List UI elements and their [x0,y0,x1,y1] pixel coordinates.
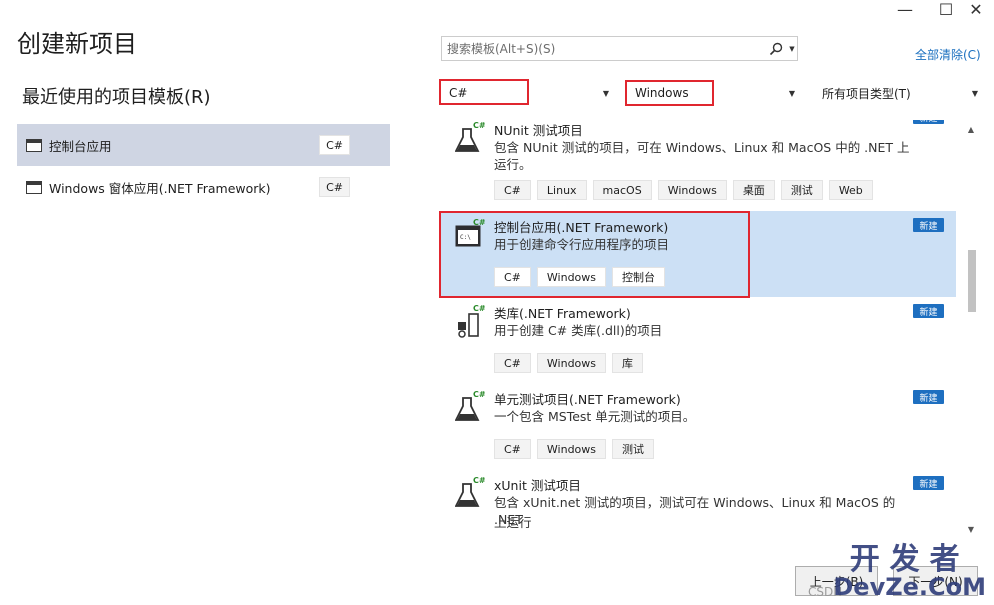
recent-item-windows-forms[interactable]: Windows 窗体应用(.NET Framework) C# [17,166,390,208]
watermark-en: DevZe.CoM [833,573,986,601]
flask-icon: C# [455,390,485,421]
new-badge: 新建 [913,304,944,318]
flask-icon: C# [455,121,485,152]
tag: 测试 [612,439,655,459]
template-class-library-framework[interactable]: C# 类库(.NET Framework) 用于创建 C# 类库(.dll)的项… [441,297,956,383]
svg-text:C#: C# [473,476,485,485]
search-icon[interactable] [765,42,787,56]
new-badge: 新建 [913,390,944,404]
template-description: 包含 NUnit 测试的项目，可在 Windows、Linux 和 MacOS … [494,140,910,172]
template-description: 一个包含 MSTest 单元测试的项目。 [494,409,696,424]
template-tags: C# Linux macOS Windows 桌面 测试 Web [494,180,873,200]
language-tag: C# [319,177,350,197]
tag: Linux [536,180,587,200]
recent-item-console-app[interactable]: 控制台应用 C# [17,124,390,166]
template-name: xUnit 测试项目 [494,478,581,493]
tag: Web [828,180,873,200]
window-icon [26,180,42,194]
page-title: 创建新项目 [17,30,137,58]
search-icon-graphic [769,42,783,55]
scroll-up-icon[interactable]: ▲ [962,122,980,136]
tag: C# [494,180,531,200]
template-nunit[interactable]: C# NUnit 测试项目 包含 NUnit 测试的项目，可在 Windows、… [441,120,956,200]
template-name: 类库(.NET Framework) [494,306,631,321]
template-tags: C# Windows 测试 [494,439,655,459]
recent-templates-list: 控制台应用 C# Windows 窗体应用(.NET Framework) C# [17,124,390,208]
class-library-icon: C# [458,304,485,338]
highlight-platform-filter [625,80,714,106]
svg-text:C#: C# [473,304,485,313]
recent-item-label: 控制台应用 [49,138,112,154]
svg-text:C#: C# [473,390,485,399]
recent-templates-title: 最近使用的项目模板(R) [22,87,211,108]
tag: macOS [592,180,652,200]
project-type-filter-value: 所有项目类型(T) [822,86,911,101]
tag: Windows [657,180,727,200]
tag: 测试 [780,180,823,200]
new-badge: 新建 [913,476,944,490]
site-watermark: 开发者 DevZe.CoM [833,542,986,601]
chevron-down-icon: ▼ [602,88,609,98]
template-name: 单元测试项目(.NET Framework) [494,392,681,407]
recent-item-label: Windows 窗体应用(.NET Framework) [49,180,271,196]
template-list: C# NUnit 测试项目 包含 NUnit 测试的项目，可在 Windows、… [441,120,956,538]
search-input[interactable]: 搜索模板(Alt+S)(S) [442,40,765,57]
tag: 桌面 [732,180,775,200]
template-name: NUnit 测试项目 [494,123,583,138]
tag: Windows [536,353,607,373]
tag: C# [494,439,531,459]
close-button[interactable]: ✕ [958,0,994,19]
scroll-down-icon[interactable]: ▼ [962,522,980,536]
svg-text:C#: C# [473,121,485,130]
template-description: 用于创建 C# 类库(.dll)的项目 [494,323,663,338]
new-badge: 新建 [913,218,944,232]
minimize-button[interactable]: — [887,0,923,19]
highlight-console-template [439,211,750,298]
project-type-filter[interactable]: 所有项目类型(T) ▼ [814,80,980,106]
scrollbar-thumb[interactable] [968,250,976,312]
template-xunit[interactable]: C# xUnit 测试项目 包含 xUnit.net 测试的项目，测试可在 Wi… [441,469,956,538]
clear-all-link[interactable]: 全部清除(C) [915,46,981,63]
language-tag: C# [319,135,350,155]
highlight-language-filter [439,79,529,105]
tag: C# [494,353,531,373]
template-tags: C# Windows 库 [494,353,644,373]
template-description-tail: 上运行 [494,515,532,530]
tag: Windows [536,439,607,459]
console-icon [26,138,42,152]
chevron-down-icon: ▼ [788,88,795,98]
tag: 库 [612,353,644,373]
watermark-cn: 开发者 [849,542,970,577]
chevron-down-icon: ▼ [971,88,978,98]
template-unit-test-framework[interactable]: C# 单元测试项目(.NET Framework) 一个包含 MSTest 单元… [441,383,956,469]
template-list-scrollbar[interactable]: ▲ ▼ [962,120,980,538]
flask-icon: C# [455,476,485,507]
template-search-box[interactable]: 搜索模板(Alt+S)(S) ▼ [441,36,798,61]
new-badge: 新建 [913,120,944,124]
search-dropdown-icon[interactable]: ▼ [787,45,797,53]
